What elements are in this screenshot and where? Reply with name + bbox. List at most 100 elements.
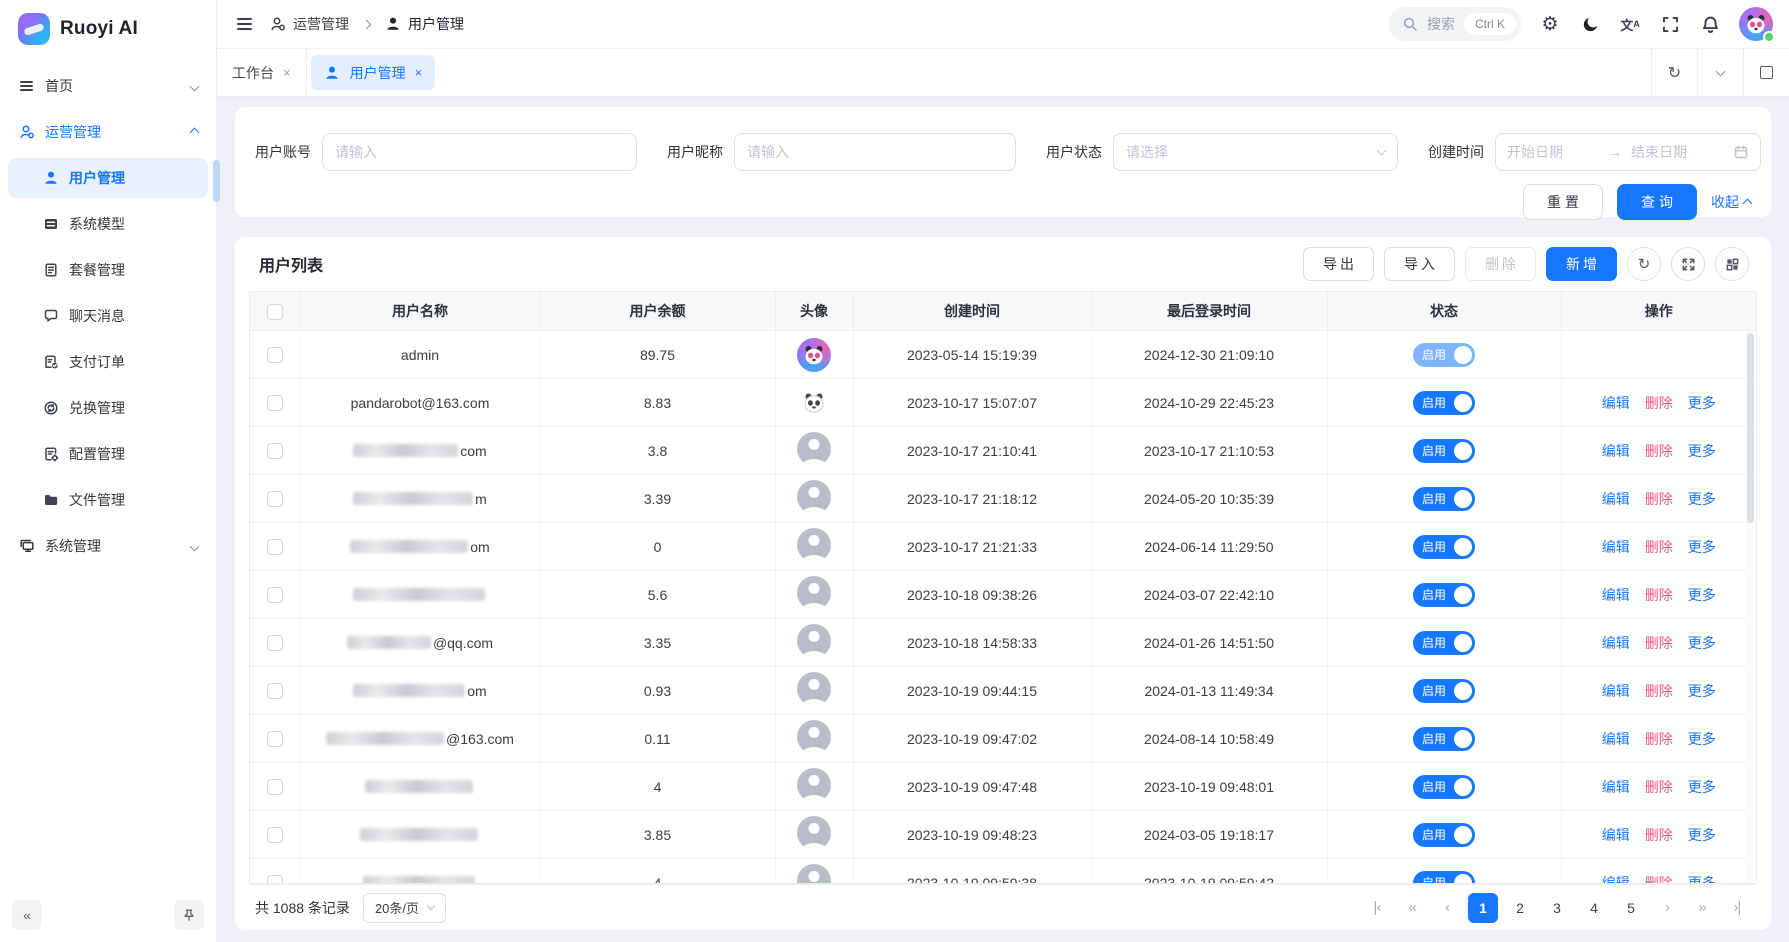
- fast-prev-button[interactable]: «: [1398, 893, 1426, 923]
- more-link[interactable]: 更多: [1688, 441, 1716, 461]
- status-select[interactable]: 请选择: [1113, 133, 1398, 171]
- pin-icon[interactable]: [174, 900, 204, 930]
- sidebar-item-config-management[interactable]: 配置管理: [8, 434, 208, 474]
- fullscreen-icon[interactable]: [1659, 15, 1681, 34]
- row-checkbox[interactable]: [267, 395, 283, 411]
- maximize-icon[interactable]: [1743, 49, 1789, 96]
- collapse-filters-link[interactable]: 收起: [1711, 192, 1751, 212]
- row-checkbox[interactable]: [267, 491, 283, 507]
- row-checkbox[interactable]: [267, 731, 283, 747]
- settings-gear-icon[interactable]: ⚙: [1539, 13, 1561, 35]
- nickname-input[interactable]: [734, 133, 1016, 171]
- tab-workbench[interactable]: 工作台 ×: [217, 49, 307, 96]
- page-button[interactable]: 4: [1579, 893, 1609, 923]
- row-checkbox[interactable]: [267, 347, 283, 363]
- delete-link[interactable]: 删除: [1645, 681, 1673, 701]
- page-button[interactable]: 3: [1542, 893, 1572, 923]
- refresh-icon[interactable]: ↻: [1651, 49, 1697, 96]
- status-toggle[interactable]: 启用: [1413, 343, 1475, 367]
- edit-link[interactable]: 编辑: [1602, 729, 1630, 749]
- edit-link[interactable]: 编辑: [1602, 681, 1630, 701]
- date-range-picker[interactable]: 开始日期 → 结束日期: [1495, 133, 1761, 171]
- status-toggle[interactable]: 启用: [1413, 391, 1475, 415]
- chevron-down-icon[interactable]: [1697, 49, 1743, 96]
- delete-link[interactable]: 删除: [1645, 393, 1673, 413]
- edit-link[interactable]: 编辑: [1602, 633, 1630, 653]
- status-toggle[interactable]: 启用: [1413, 775, 1475, 799]
- delete-link[interactable]: 删除: [1645, 585, 1673, 605]
- sidebar-item-plan-management[interactable]: 套餐管理: [8, 250, 208, 290]
- status-toggle[interactable]: 启用: [1413, 727, 1475, 751]
- account-input[interactable]: [322, 133, 637, 171]
- export-button[interactable]: 导出: [1303, 247, 1374, 281]
- select-all-checkbox[interactable]: [267, 304, 283, 320]
- status-toggle[interactable]: 启用: [1413, 535, 1475, 559]
- edit-link[interactable]: 编辑: [1602, 777, 1630, 797]
- row-checkbox[interactable]: [267, 635, 283, 651]
- sidebar-item-system-models[interactable]: 系统模型: [8, 204, 208, 244]
- fast-next-button[interactable]: »: [1688, 893, 1716, 923]
- tab-user-management[interactable]: 用户管理 ×: [311, 55, 436, 90]
- table-scrollbar[interactable]: [1746, 331, 1755, 882]
- sidebar-item-file-management[interactable]: 文件管理: [8, 480, 208, 520]
- edit-link[interactable]: 编辑: [1602, 393, 1630, 413]
- delete-link[interactable]: 删除: [1645, 537, 1673, 557]
- edit-link[interactable]: 编辑: [1602, 489, 1630, 509]
- import-button[interactable]: 导入: [1384, 247, 1455, 281]
- row-checkbox[interactable]: [267, 587, 283, 603]
- status-toggle[interactable]: 启用: [1413, 439, 1475, 463]
- breadcrumb-operations[interactable]: 运营管理: [269, 14, 349, 34]
- sidebar-item-chat-messages[interactable]: 聊天消息: [8, 296, 208, 336]
- sidebar-group-operations[interactable]: 运营管理: [8, 112, 208, 152]
- add-button[interactable]: 新增: [1546, 247, 1617, 281]
- close-icon[interactable]: ×: [283, 65, 291, 80]
- row-checkbox[interactable]: [267, 683, 283, 699]
- dark-mode-moon-icon[interactable]: [1579, 15, 1601, 34]
- more-link[interactable]: 更多: [1688, 537, 1716, 557]
- first-page-button[interactable]: |‹: [1363, 893, 1391, 923]
- more-link[interactable]: 更多: [1688, 633, 1716, 653]
- prev-page-button[interactable]: ‹: [1433, 893, 1461, 923]
- user-avatar[interactable]: [1739, 7, 1773, 41]
- row-checkbox[interactable]: [267, 443, 283, 459]
- sidebar-item-home[interactable]: 首页: [8, 66, 208, 106]
- page-button[interactable]: 2: [1505, 893, 1535, 923]
- refresh-icon[interactable]: ↻: [1627, 247, 1661, 281]
- delete-link[interactable]: 删除: [1645, 633, 1673, 653]
- row-checkbox[interactable]: [267, 779, 283, 795]
- page-size-select[interactable]: 20条/页: [363, 893, 446, 923]
- sidebar-item-exchange-management[interactable]: 兑换管理: [8, 388, 208, 428]
- status-toggle[interactable]: 启用: [1413, 487, 1475, 511]
- delete-button[interactable]: 删除: [1465, 247, 1536, 281]
- edit-link[interactable]: 编辑: [1602, 441, 1630, 461]
- translate-icon[interactable]: 文A: [1619, 15, 1641, 34]
- status-toggle[interactable]: 启用: [1413, 823, 1475, 847]
- more-link[interactable]: 更多: [1688, 393, 1716, 413]
- column-settings-icon[interactable]: [1715, 247, 1749, 281]
- status-toggle[interactable]: 启用: [1413, 631, 1475, 655]
- more-link[interactable]: 更多: [1688, 873, 1716, 883]
- edit-link[interactable]: 编辑: [1602, 873, 1630, 883]
- global-search[interactable]: 搜索 Ctrl K: [1388, 7, 1521, 41]
- row-checkbox[interactable]: [267, 539, 283, 555]
- sidebar-item-user-management[interactable]: 用户管理: [8, 158, 208, 198]
- drawer-handle[interactable]: [213, 160, 220, 202]
- delete-link[interactable]: 删除: [1645, 489, 1673, 509]
- sidebar-item-payment-orders[interactable]: 支付订单: [8, 342, 208, 382]
- last-page-button[interactable]: ›|: [1723, 893, 1751, 923]
- edit-link[interactable]: 编辑: [1602, 537, 1630, 557]
- reset-button[interactable]: 重置: [1523, 184, 1603, 220]
- more-link[interactable]: 更多: [1688, 489, 1716, 509]
- close-icon[interactable]: ×: [415, 65, 423, 80]
- query-button[interactable]: 查询: [1617, 184, 1697, 220]
- more-link[interactable]: 更多: [1688, 777, 1716, 797]
- row-checkbox[interactable]: [267, 827, 283, 843]
- more-link[interactable]: 更多: [1688, 585, 1716, 605]
- status-toggle[interactable]: 启用: [1413, 679, 1475, 703]
- delete-link[interactable]: 删除: [1645, 729, 1673, 749]
- sidebar-group-system[interactable]: 系统管理: [8, 526, 208, 566]
- status-toggle[interactable]: 启用: [1413, 583, 1475, 607]
- expand-icon[interactable]: [1671, 247, 1705, 281]
- more-link[interactable]: 更多: [1688, 729, 1716, 749]
- page-button[interactable]: 1: [1468, 893, 1498, 923]
